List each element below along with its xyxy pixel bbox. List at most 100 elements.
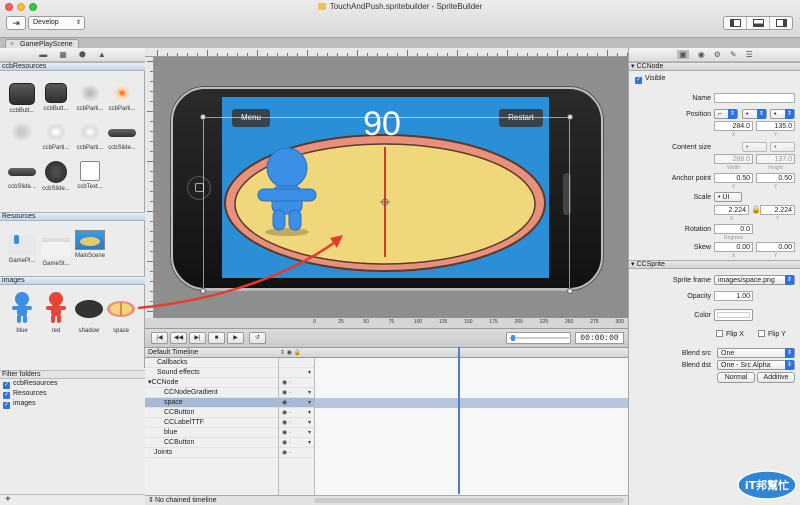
anchor-x-field[interactable]: 0.50 — [714, 173, 753, 183]
row-track[interactable] — [314, 388, 628, 398]
position-x-unit-select[interactable]: • ⇕ — [742, 109, 767, 119]
image-item-blue[interactable]: blue — [5, 291, 39, 334]
cube-icon[interactable]: ⬢ — [79, 50, 86, 59]
expand-icon[interactable]: ▾ — [308, 428, 311, 438]
publish-button[interactable]: ⇥ — [6, 16, 26, 30]
scale-type-select[interactable]: • UI — [714, 192, 742, 202]
lock-icon[interactable]: · — [289, 450, 291, 456]
step-forward-button[interactable]: ▶| — [189, 332, 206, 344]
eye-icon[interactable]: ◉ — [279, 420, 287, 426]
resource-item[interactable]: MainScene — [73, 230, 107, 259]
physics-tab-icon[interactable]: ⚙ — [714, 50, 721, 59]
timeline-selector[interactable]: Default Timeline ⇕ ◉ 🔒 — [145, 348, 628, 358]
scale-x-field[interactable]: 2.224 — [714, 205, 749, 215]
code-connections-tab-icon[interactable]: ◉ — [698, 50, 705, 59]
checkbox-checked-icon[interactable]: ✓ — [3, 392, 10, 399]
color-well[interactable] — [714, 309, 753, 321]
lock-icon[interactable]: · — [289, 440, 291, 446]
additive-button[interactable]: Additive — [757, 372, 795, 383]
eye-icon[interactable]: ◉ — [279, 430, 287, 436]
timeline-row-callbacks[interactable]: Callbacks — [145, 358, 628, 368]
visible-checkbox[interactable]: ✓ Visible — [635, 75, 666, 84]
expand-icon[interactable]: ▾ — [308, 398, 311, 408]
timeline-toolbar[interactable]: ⇕ ◉ 🔒 — [278, 348, 314, 358]
resource-item[interactable]: ccbParti... — [39, 122, 73, 151]
sequence-tab-icon[interactable]: ☰ — [746, 50, 753, 59]
chain-select-icon[interactable]: ⇕ — [148, 496, 154, 505]
resource-item[interactable]: ccbSlide... — [105, 122, 139, 151]
toggle-bottom-panel-button[interactable] — [747, 17, 770, 29]
grid-icon[interactable]: ▦ — [59, 50, 67, 59]
name-field[interactable] — [714, 93, 795, 103]
opacity-field[interactable]: 1.00 — [714, 291, 753, 301]
resource-item[interactable]: ccbParti... — [105, 83, 139, 112]
timeline-scrollbar[interactable] — [314, 498, 624, 503]
timeline-row-joints[interactable]: Joints ◉ · — [145, 448, 628, 458]
row-track[interactable] — [314, 358, 628, 368]
loop-button[interactable]: ↺ — [249, 332, 266, 344]
timeline-row-sound-effects[interactable]: Sound effects ▾ — [145, 368, 628, 378]
expand-icon[interactable]: ▾ — [308, 408, 311, 418]
timeline-row-blue[interactable]: blue ◉ · ▾ — [145, 428, 628, 438]
selection-handle[interactable] — [200, 114, 206, 120]
add-folder-button[interactable]: + — [0, 494, 145, 505]
scene-canvas[interactable]: Menu Restart 90 — [145, 48, 628, 318]
row-track[interactable] — [314, 378, 628, 388]
resource-item[interactable]: ccbParti... — [73, 122, 107, 151]
row-track[interactable] — [314, 428, 628, 438]
image-item-red[interactable]: red — [39, 291, 73, 334]
eye-icon[interactable]: ◉ — [279, 380, 287, 386]
timeline-row-ccbutton[interactable]: CCButton ◉ · ▾ — [145, 438, 628, 448]
timeline-zoom-slider[interactable] — [506, 332, 571, 344]
eye-icon[interactable]: ◉ — [279, 440, 287, 446]
timeline-playhead[interactable] — [458, 347, 460, 494]
timeline-row-cclabelttf[interactable]: CCLabelTTF ◉ · ▾ — [145, 418, 628, 428]
sprite-frame-select[interactable]: images/space.png ⇕ — [714, 275, 795, 285]
play-button[interactable]: ▶ — [227, 332, 244, 344]
templates-tab-icon[interactable]: ✎ — [730, 50, 737, 59]
lock-icon[interactable]: · — [289, 420, 291, 426]
lock-icon[interactable]: · — [289, 380, 291, 386]
row-track[interactable] — [314, 418, 628, 428]
checkbox-checked-icon[interactable]: ✓ — [3, 382, 10, 389]
warning-icon[interactable]: ▲ — [98, 50, 106, 59]
timeline-row-space[interactable]: space ◉ · ▾ — [145, 398, 628, 408]
eye-icon[interactable]: ◉ — [279, 400, 287, 406]
lock-icon[interactable]: · — [289, 390, 291, 396]
toggle-right-panel-button[interactable] — [770, 17, 792, 29]
skew-x-field[interactable]: 0.00 — [714, 242, 753, 252]
lock-icon[interactable]: · — [289, 430, 291, 436]
blend-dst-select[interactable]: One - Src Alpha ⇕ — [717, 360, 795, 370]
section-ccsprite[interactable]: ▾ CCSprite — [629, 260, 800, 269]
eye-icon[interactable]: ◉ — [279, 390, 287, 396]
section-ccnode[interactable]: ▾ CCNode — [629, 62, 800, 71]
lock-icon[interactable]: · — [289, 400, 291, 406]
properties-tab-icon[interactable]: ▣ — [677, 50, 689, 59]
rewind-button[interactable]: |◀ — [151, 332, 168, 344]
skew-y-field[interactable]: 0.00 — [756, 242, 795, 252]
eye-icon[interactable]: ◉ — [279, 450, 287, 456]
eye-icon[interactable]: ◉ — [279, 410, 287, 416]
row-track[interactable] — [314, 408, 628, 418]
position-type-select[interactable]: ⌐ ⇕ — [714, 109, 738, 119]
resource-item[interactable]: GamePl... — [5, 230, 39, 264]
configuration-select[interactable]: Develop ⇕ — [28, 16, 85, 30]
normal-button[interactable]: Normal — [717, 372, 755, 383]
timeline-row-ccbutton[interactable]: CCButton ◉ · ▾ — [145, 408, 628, 418]
timeline-row-ccnode[interactable]: ▾CCNode ◉ · — [145, 378, 628, 388]
image-item-space[interactable]: space — [104, 291, 138, 334]
resource-item[interactable]: ccbButt... — [39, 83, 73, 112]
step-back-button[interactable]: ◀◀ — [170, 332, 187, 344]
flip-y-checkbox[interactable]: Flip Y — [758, 330, 786, 338]
checkbox-checked-icon[interactable]: ✓ — [3, 402, 10, 409]
flip-x-checkbox[interactable]: Flip X — [716, 330, 744, 338]
chained-timeline-select[interactable]: No chained timeline — [155, 496, 216, 505]
resource-item[interactable]: ccbButt... — [5, 83, 39, 114]
expand-icon[interactable]: ▾ — [308, 418, 311, 428]
slider-knob[interactable] — [511, 335, 515, 341]
anchor-y-field[interactable]: 0.50 — [756, 173, 795, 183]
resource-item[interactable]: x — [5, 122, 39, 151]
row-track[interactable] — [314, 438, 628, 448]
image-item-shadow[interactable]: shadow — [72, 291, 106, 334]
position-x-field[interactable]: 284.0 — [714, 121, 753, 131]
